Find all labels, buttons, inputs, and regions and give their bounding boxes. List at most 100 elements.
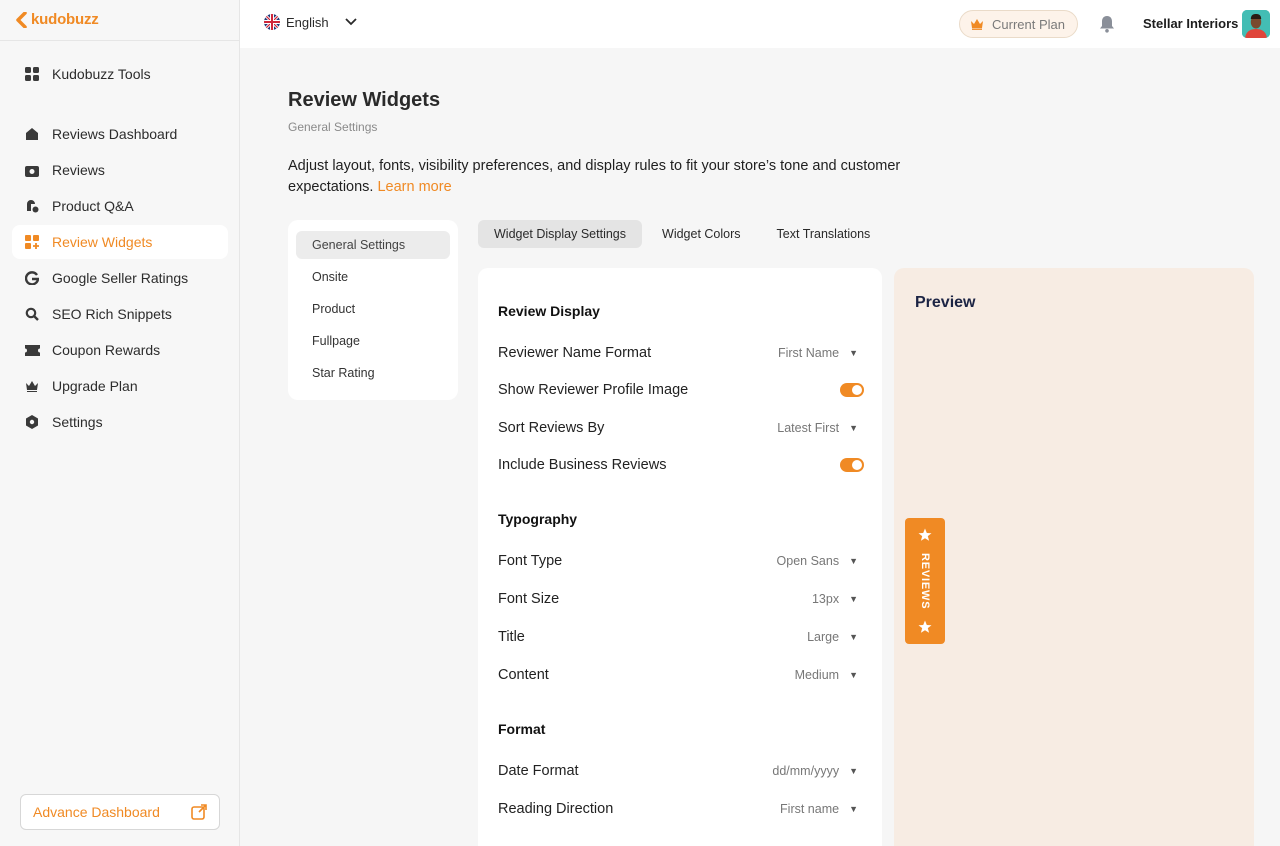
sidebar-item-coupon-rewards[interactable]: Coupon Rewards [12,333,228,367]
setting-label: Show Reviewer Profile Image [498,382,689,398]
setting-date-format: Date Format dd/mm/yyyy ▼ [498,760,864,782]
select-value: dd/mm/yyyy [772,764,840,778]
select-value: Open Sans [776,554,840,568]
setting-label: Include Business Reviews [498,457,667,473]
sidebar-item-settings[interactable]: Settings [12,405,228,439]
setting-label: Font Type [498,553,563,569]
avatar[interactable] [1242,10,1270,38]
reviewer-name-format-select[interactable]: First Name ▼ [778,346,864,360]
sidebar-item-label: Reviews [52,162,105,178]
setting-label: Date Format [498,763,579,779]
sidebar-item-google-seller-ratings[interactable]: Google Seller Ratings [12,261,228,295]
setting-font-size: Font Size 13px ▼ [498,588,864,610]
current-plan-label: Current Plan [992,16,1065,32]
preview-title: Preview [915,294,976,311]
topbar: English Current Plan Stellar Interiors [240,0,1280,48]
subnav-general-settings[interactable]: General Settings [296,231,450,259]
advance-dashboard-button[interactable]: Advance Dashboard [20,794,220,830]
setting-font-type: Font Type Open Sans ▼ [498,550,864,572]
content-size-select[interactable]: Medium ▼ [795,668,864,682]
settings-icon [24,414,40,430]
qa-icon [24,198,40,214]
select-value: Large [807,630,840,644]
caret-down-icon: ▼ [849,348,858,358]
sidebar-item-seo-rich-snippets[interactable]: SEO Rich Snippets [12,297,228,331]
title-size-select[interactable]: Large ▼ [807,630,864,644]
sidebar-item-label: Kudobuzz Tools [52,66,151,82]
font-size-select[interactable]: 13px ▼ [812,592,864,606]
select-value: Latest First [777,421,840,435]
subnav-star-rating[interactable]: Star Rating [296,359,450,387]
subnav-product[interactable]: Product [296,295,450,323]
subnav-onsite[interactable]: Onsite [296,263,450,291]
sidebar-item-label: Google Seller Ratings [52,270,189,286]
setting-label: Font Size [498,591,560,607]
language-selector[interactable]: English [264,14,357,30]
subnav-fullpage[interactable]: Fullpage [296,327,450,355]
select-value: First name [780,802,840,816]
caret-down-icon: ▼ [849,804,858,814]
home-icon [24,126,40,142]
bell-icon[interactable] [1099,15,1115,33]
caret-down-icon: ▼ [849,423,858,433]
setting-label: Reading Direction [498,801,614,817]
logo-text: kudobuzz [31,11,99,28]
reviews-tab-label: REVIEWS [919,552,931,610]
select-value: First Name [777,346,840,360]
sidebar-item-reviews[interactable]: Reviews [12,153,228,187]
avatar-image [1242,10,1270,38]
kudobuzz-logo[interactable]: kudobuzz [16,11,99,28]
setting-include-business-reviews: Include Business Reviews [498,454,864,476]
tab-text-translations[interactable]: Text Translations [761,220,887,248]
star-icon [918,620,932,633]
caret-down-icon: ▼ [849,556,858,566]
page-description: Adjust layout, fonts, visibility prefere… [288,156,968,198]
crown-icon [24,378,40,394]
reading-direction-select[interactable]: First name ▼ [780,802,864,816]
chevron-down-icon [345,18,357,26]
show-profile-image-toggle[interactable] [840,383,864,397]
setting-content-size: Content Medium ▼ [498,664,864,686]
date-format-select[interactable]: dd/mm/yyyy ▼ [772,764,864,778]
settings-subnav: General Settings Onsite Product Fullpage… [288,220,458,400]
language-label: English [286,14,329,30]
grid-icon [24,66,40,82]
select-value: 13px [811,592,840,606]
current-plan-button[interactable]: Current Plan [959,10,1078,38]
setting-sort-reviews-by: Sort Reviews By Latest First ▼ [498,417,864,439]
sidebar-item-label: Coupon Rewards [52,342,161,358]
sidebar-item-reviews-dashboard[interactable]: Reviews Dashboard [12,117,228,151]
tab-widget-colors[interactable]: Widget Colors [646,220,757,248]
caret-down-icon: ▼ [849,670,858,680]
sort-reviews-select[interactable]: Latest First ▼ [777,421,864,435]
section-title-format: Format [498,721,546,737]
preview-panel: Preview REVIEWS [894,268,1254,846]
crown-icon [971,19,983,30]
logo-mark-icon [16,11,27,28]
setting-reviewer-name-format: Reviewer Name Format First Name ▼ [498,342,864,364]
external-link-icon [191,804,207,820]
settings-card: Review Display Reviewer Name Format Firs… [478,268,882,846]
sidebar-item-upgrade-plan[interactable]: Upgrade Plan [12,369,228,403]
select-value: Medium [794,668,840,682]
reviews-floating-tab[interactable]: REVIEWS [905,518,945,644]
advance-dashboard-label: Advance Dashboard [33,804,160,820]
include-business-reviews-toggle[interactable] [840,458,864,472]
learn-more-link[interactable]: Learn more [377,179,451,195]
sidebar-item-label: Review Widgets [52,234,153,250]
font-type-select[interactable]: Open Sans ▼ [777,554,864,568]
divider [0,40,240,41]
google-icon [24,270,40,286]
sidebar-item-kudobuzz-tools[interactable]: Kudobuzz Tools [12,57,228,91]
setting-label: Sort Reviews By [498,420,605,436]
coupon-icon [24,342,40,358]
caret-down-icon: ▼ [849,594,858,604]
sidebar-item-product-qa[interactable]: Product Q&A [12,189,228,223]
page-subtitle: General Settings [288,120,378,134]
setting-title-size: Title Large ▼ [498,626,864,648]
setting-reading-direction: Reading Direction First name ▼ [498,798,864,820]
setting-show-profile-image: Show Reviewer Profile Image [498,379,864,401]
sidebar-item-label: Settings [52,414,103,430]
tab-widget-display-settings[interactable]: Widget Display Settings [478,220,643,248]
sidebar-item-review-widgets[interactable]: Review Widgets [12,225,228,259]
